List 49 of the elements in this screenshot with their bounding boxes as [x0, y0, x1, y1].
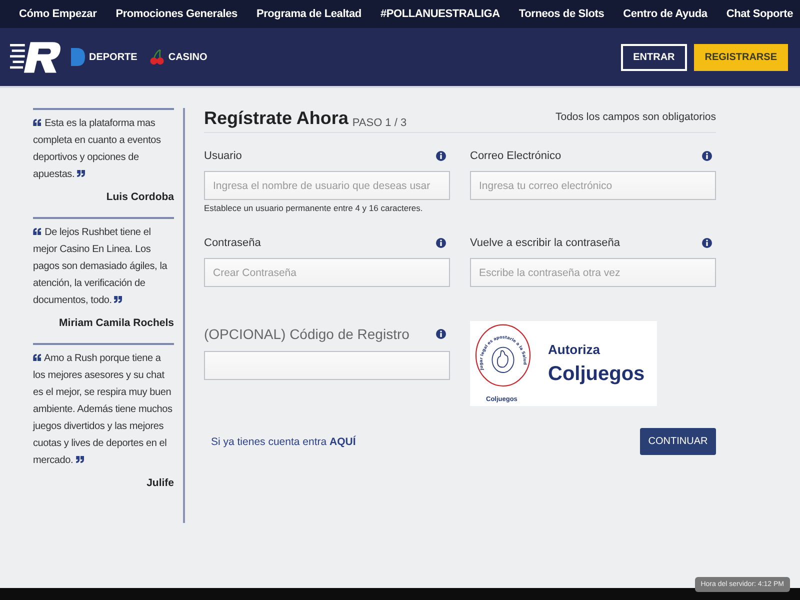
open-quote-icon	[33, 354, 42, 361]
testimonial-quote: Amo a Rush porque tiene a los mejores asesores y su chat es el mejor, se respira muy buen ambiente. Además tiene muchos juegos divertidos y las mejores cuotas y lives de deportes en el mercado.	[33, 352, 174, 468]
nav-link[interactable]: Programa de Lealtad	[256, 8, 362, 20]
login-prompt: Si ya tienes cuenta entra AQUÍ	[211, 436, 356, 448]
testimonial-author: Julife	[146, 477, 174, 489]
info-icon[interactable]	[436, 151, 446, 161]
field-label: Correo Electrónico	[470, 150, 562, 162]
open-quote-icon	[33, 119, 42, 126]
text-input[interactable]: Crear Contraseña	[204, 258, 450, 287]
field-label: (OPCIONAL) Código de Registro	[204, 326, 410, 342]
field-label: Usuario	[204, 150, 242, 162]
testimonial-author: Miriam Camila Rochels	[58, 317, 174, 329]
required-note: Todos los campos son obligatorios	[555, 111, 716, 123]
letter-d-icon[interactable]	[70, 47, 86, 67]
open-quote-icon	[33, 228, 42, 235]
register-button[interactable]: REGISTRARSE	[694, 44, 788, 70]
nav-link[interactable]: Cómo Empezar	[19, 8, 97, 20]
info-icon[interactable]	[436, 238, 446, 248]
close-quote-icon	[77, 170, 86, 177]
regulator-name: Coljuegos	[548, 362, 645, 386]
text-input[interactable]: Ingresa el nombre de usuario que deseas usar	[204, 171, 450, 200]
nav-link[interactable]: #POLLANUESTRALIGA	[380, 8, 500, 20]
login-link[interactable]: AQUÍ	[330, 436, 356, 448]
field-hint: Establece un usuario permanente entre 4 y 16 caracteres.	[204, 203, 424, 213]
text-input[interactable]: Ingresa tu correo electrónico	[470, 171, 716, 200]
authorization-caption: Autoriza	[548, 342, 601, 356]
close-quote-icon	[76, 456, 85, 463]
section-link[interactable]: CASINO	[168, 52, 208, 62]
field-label: Vuelve a escribir la contraseña	[470, 237, 620, 249]
testimonial-quote: De lejos Rushbet tiene el mejor Casino En Linea. Los pagos son demasiado ágiles, la atención, la verificación de documentos, todo.	[33, 226, 168, 308]
nav-link[interactable]: Centro de Ayuda	[623, 8, 708, 20]
testimonial-author: Luis Cordoba	[105, 191, 174, 203]
form-title: Regístrate Ahora	[204, 108, 348, 129]
testimonial-quote: Esta es la plataforma mas completa en cuanto a eventos deportivos y opciones de apuestas.	[33, 117, 162, 182]
login-button[interactable]: ENTRAR	[621, 44, 687, 70]
section-link[interactable]: DEPORTE	[89, 52, 138, 62]
nav-link[interactable]: Torneos de Slots	[518, 8, 604, 20]
close-quote-icon	[114, 296, 124, 303]
promo-code-input[interactable]	[204, 351, 450, 380]
field-label: Contraseña	[204, 237, 261, 249]
info-icon[interactable]	[702, 151, 712, 161]
cherries-icon[interactable]	[149, 47, 166, 67]
info-icon[interactable]	[436, 329, 446, 339]
nav-link[interactable]: Promociones Generales	[116, 8, 238, 20]
info-icon[interactable]	[702, 238, 712, 248]
continue-button[interactable]: CONTINUAR	[640, 428, 716, 455]
step-indicator: PASO 1 / 3	[352, 117, 407, 129]
nav-link[interactable]: Chat Soporte	[726, 8, 793, 20]
text-input[interactable]: Escribe la contraseña otra vez	[470, 258, 716, 287]
